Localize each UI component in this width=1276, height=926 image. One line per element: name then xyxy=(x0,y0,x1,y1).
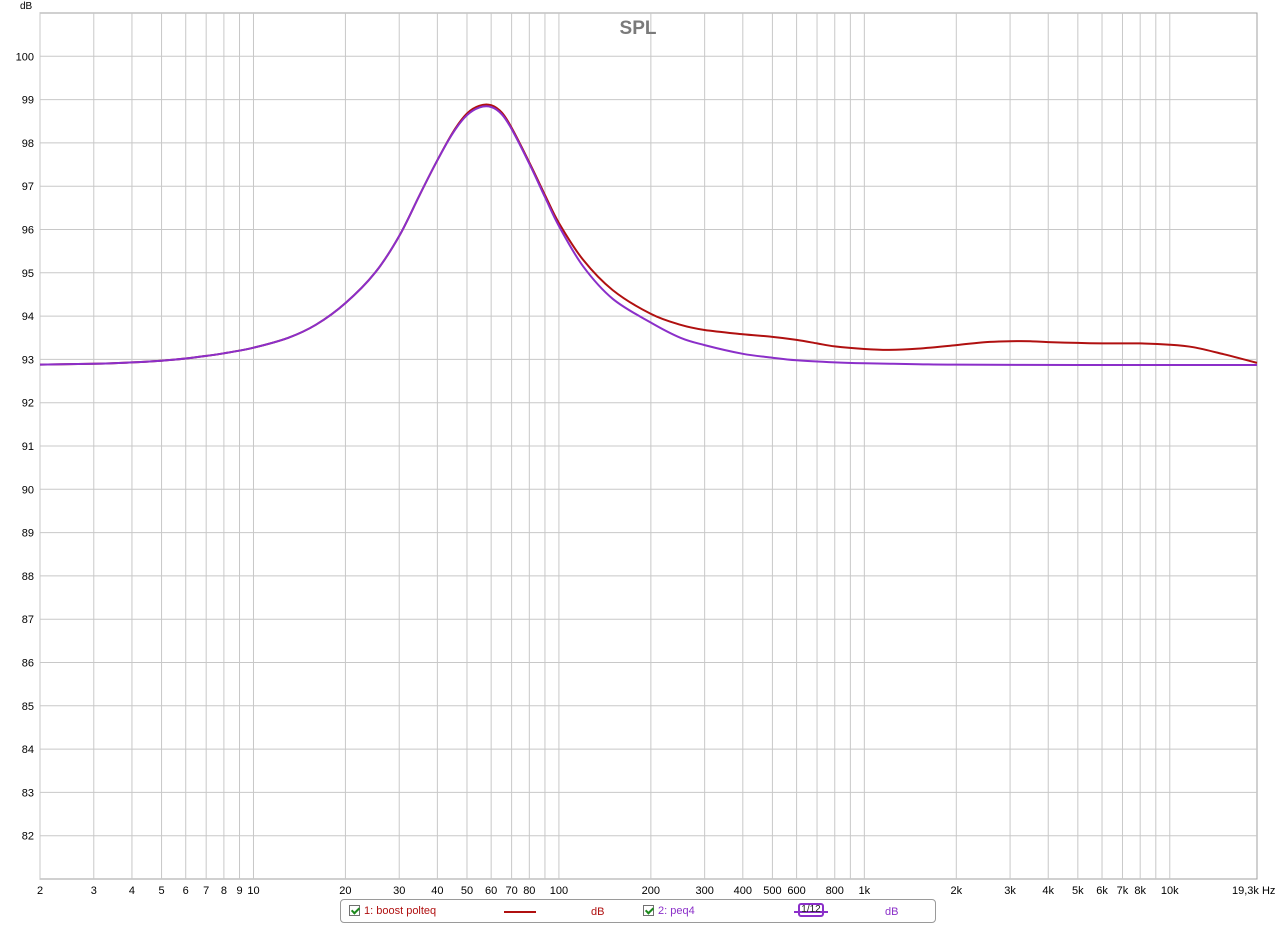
series-1-line-swatch xyxy=(504,911,536,913)
x-tick-label: 10k xyxy=(1161,885,1179,897)
chart-title: SPL xyxy=(620,18,657,39)
x-tick-label: 30 xyxy=(393,885,405,897)
y-tick-label: 82 xyxy=(22,831,34,843)
x-tick-label: 400 xyxy=(734,885,752,897)
series-2-checkbox[interactable] xyxy=(643,905,654,916)
x-tick-label: 60 xyxy=(485,885,497,897)
y-tick-label: 89 xyxy=(22,528,34,540)
y-tick-label: 99 xyxy=(22,95,34,107)
x-tick-label: 4k xyxy=(1042,885,1054,897)
y-tick-label: 92 xyxy=(22,398,34,410)
smoothing-badge[interactable]: 1/12 xyxy=(798,903,824,917)
x-tick-label: 20 xyxy=(339,885,351,897)
y-tick-label: 97 xyxy=(22,181,34,193)
x-tick-label: 50 xyxy=(461,885,473,897)
spl-chart: 8283848586878889909192939495969798991002… xyxy=(16,1,1276,897)
series-1-unit: dB xyxy=(591,906,605,918)
x-tick-label: 9 xyxy=(236,885,242,897)
x-tick-label: 80 xyxy=(523,885,535,897)
y-tick-label: 90 xyxy=(22,484,34,496)
grid xyxy=(39,13,1257,879)
x-tick-label: 8 xyxy=(221,885,227,897)
series-2-unit: dB xyxy=(885,906,899,918)
y-tick-label: 95 xyxy=(22,268,34,280)
y-axis-unit-label: dB xyxy=(20,1,33,12)
x-tick-label: 2 xyxy=(37,885,43,897)
y-tick-label: 84 xyxy=(22,744,34,756)
y-tick-label: 98 xyxy=(22,138,34,150)
x-tick-label: 19,3k Hz xyxy=(1232,885,1275,897)
y-tick-label: 100 xyxy=(16,51,34,63)
x-tick-label: 800 xyxy=(826,885,844,897)
x-tick-label: 5k xyxy=(1072,885,1084,897)
x-tick-label: 5 xyxy=(158,885,164,897)
x-tick-label: 70 xyxy=(505,885,517,897)
y-tick-label: 83 xyxy=(22,787,34,799)
y-tick-label: 91 xyxy=(22,441,34,453)
y-tick-label: 96 xyxy=(22,225,34,237)
x-tick-label: 500 xyxy=(763,885,781,897)
x-tick-label: 1k xyxy=(859,885,871,897)
y-tick-label: 88 xyxy=(22,571,34,583)
x-tick-label: 3 xyxy=(91,885,97,897)
y-tick-label: 85 xyxy=(22,701,34,713)
x-tick-label: 6k xyxy=(1096,885,1108,897)
x-tick-label: 2k xyxy=(950,885,962,897)
x-tick-label: 7k xyxy=(1117,885,1129,897)
series-2-label[interactable]: 2: peq4 xyxy=(658,905,695,917)
x-tick-label: 100 xyxy=(550,885,568,897)
x-tick-label: 10 xyxy=(247,885,259,897)
x-tick-label: 4 xyxy=(129,885,135,897)
y-tick-label: 86 xyxy=(22,658,34,670)
series-1-label[interactable]: 1: boost polteq xyxy=(364,905,436,917)
x-tick-label: 300 xyxy=(695,885,713,897)
x-tick-label: 200 xyxy=(642,885,660,897)
legend: 1: boost polteq dB 2: peq4 1/12 dB xyxy=(340,899,936,923)
x-tick-label: 6 xyxy=(183,885,189,897)
y-tick-label: 87 xyxy=(22,614,34,626)
x-tick-label: 600 xyxy=(787,885,805,897)
y-tick-label: 93 xyxy=(22,354,34,366)
y-tick-label: 94 xyxy=(22,311,34,323)
series-1-checkbox[interactable] xyxy=(349,905,360,916)
x-tick-label: 40 xyxy=(431,885,443,897)
x-tick-label: 8k xyxy=(1134,885,1146,897)
x-tick-label: 3k xyxy=(1004,885,1016,897)
x-tick-label: 7 xyxy=(203,885,209,897)
